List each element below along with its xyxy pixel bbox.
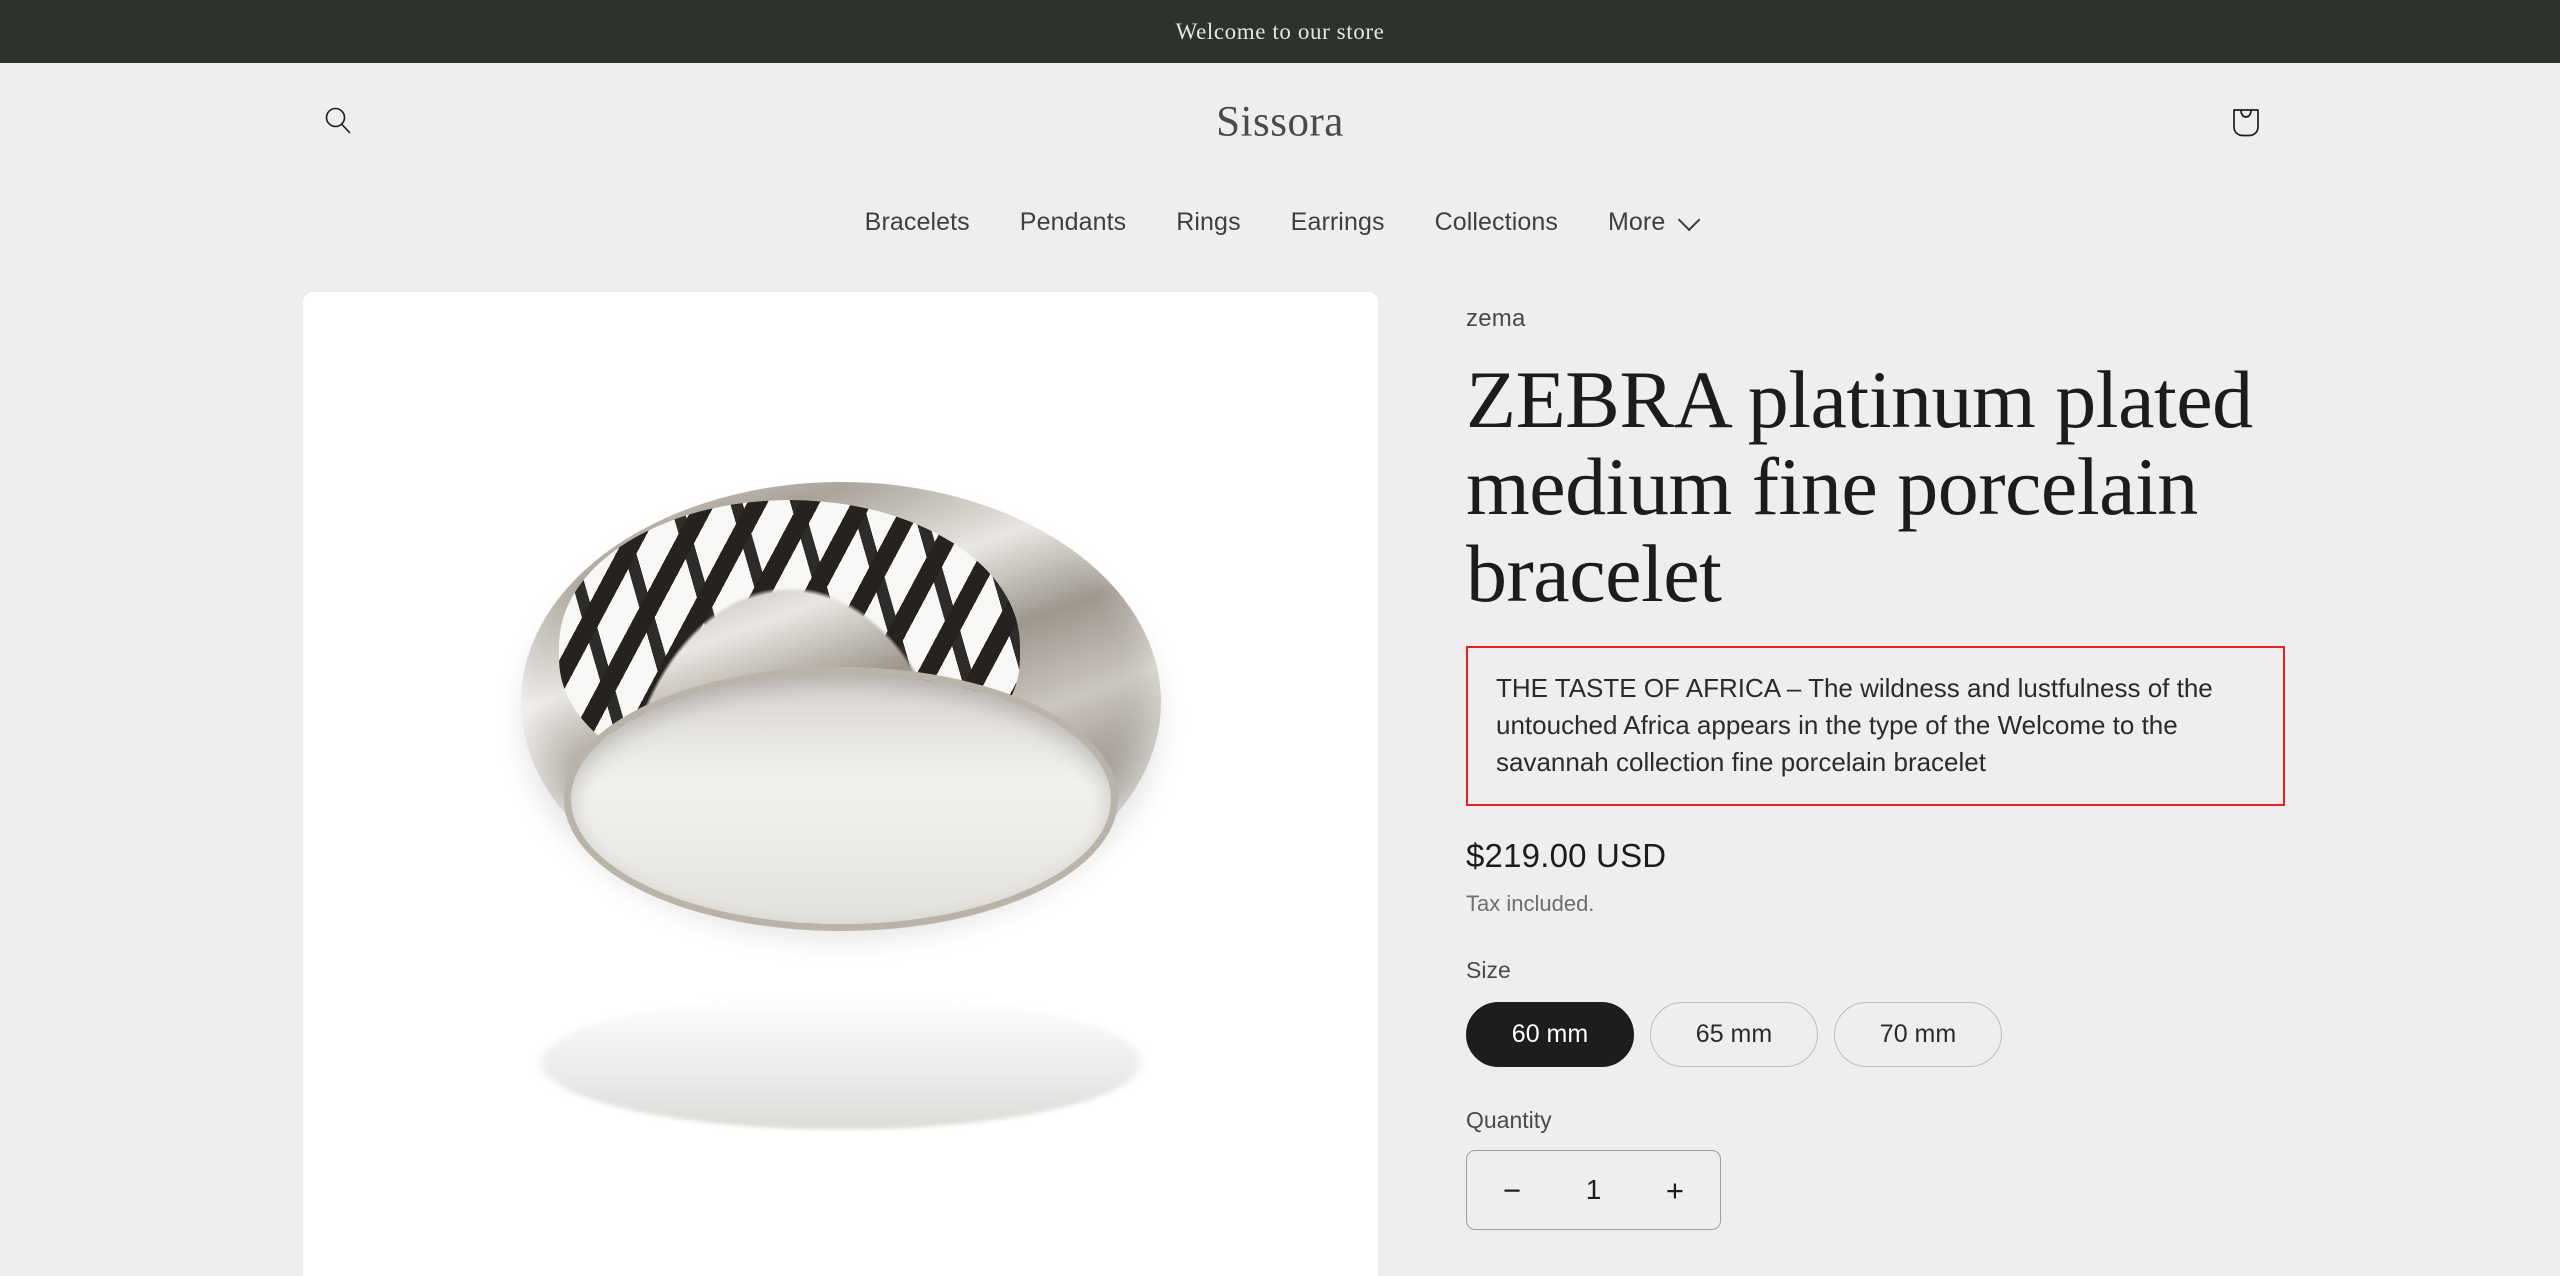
product-description-text: THE TASTE OF AFRICA – The wildness and l… [1496, 672, 2213, 777]
product-image[interactable] [303, 292, 1378, 1276]
nav-item-rings[interactable]: Rings [1151, 198, 1265, 247]
cart-icon [2229, 103, 2263, 142]
nav-item-label: Pendants [1019, 207, 1127, 236]
site-header: Sissora [0, 63, 2560, 181]
nav-item-label: Bracelets [864, 207, 970, 236]
announcement-bar: Welcome to our store [0, 0, 2560, 63]
announcement-text: Welcome to our store [1175, 18, 1385, 44]
chevron-down-icon [1678, 208, 1701, 232]
bangle-inner [570, 674, 1111, 924]
nav-item-earrings[interactable]: Earrings [1266, 198, 1410, 247]
nav-item-bracelets[interactable]: Bracelets [840, 198, 995, 247]
size-options: 60 mm 65 mm 70 mm [1466, 1002, 2290, 1068]
nav-item-label: Rings [1176, 207, 1241, 236]
quantity-label: Quantity [1466, 1107, 1552, 1134]
cart-button[interactable] [2222, 98, 2270, 146]
nav-item-more[interactable]: More [1583, 198, 1720, 247]
nav-item-pendants[interactable]: Pendants [995, 198, 1151, 247]
quantity-value[interactable]: 1 [1586, 1174, 1602, 1206]
product-section: zema ZEBRA platinum plated medium fine p… [0, 292, 2560, 1276]
tax-note: Tax included. [1466, 891, 1595, 917]
product-title: ZEBRA platinum plated medium fine porcel… [1466, 354, 2253, 619]
product-description-box: THE TASTE OF AFRICA – The wildness and l… [1466, 645, 2285, 807]
size-option-60mm[interactable]: 60 mm [1466, 1002, 1634, 1068]
product-vendor: zema [1466, 305, 1526, 332]
product-media-column [303, 292, 1378, 1276]
product-info-column: zema ZEBRA platinum plated medium fine p… [1466, 292, 2290, 1231]
price-block: $219.00 USD Tax included. [1466, 837, 2290, 917]
quantity-stepper[interactable]: − 1 + [1466, 1150, 1721, 1231]
quantity-increase-button[interactable]: + [1656, 1171, 1694, 1210]
nav-item-label: Earrings [1290, 207, 1385, 236]
size-option-65mm[interactable]: 65 mm [1650, 1002, 1818, 1068]
brand-logo[interactable]: Sissora [1216, 98, 1344, 147]
search-icon [321, 104, 355, 141]
nav-item-label: Collections [1434, 207, 1558, 236]
main-navigation: Bracelets Pendants Rings Earrings Collec… [0, 181, 2560, 263]
bangle-illustration [303, 482, 1378, 1130]
size-label: Size [1466, 957, 1511, 984]
quantity-decrease-button[interactable]: − [1493, 1171, 1531, 1210]
size-option-70mm[interactable]: 70 mm [1834, 1002, 2002, 1068]
product-price: $219.00 USD [1466, 837, 1667, 875]
nav-item-collections[interactable]: Collections [1410, 198, 1583, 247]
search-button[interactable] [315, 99, 361, 145]
bangle-reflection [540, 994, 1141, 1130]
nav-item-label: More [1607, 207, 1666, 236]
